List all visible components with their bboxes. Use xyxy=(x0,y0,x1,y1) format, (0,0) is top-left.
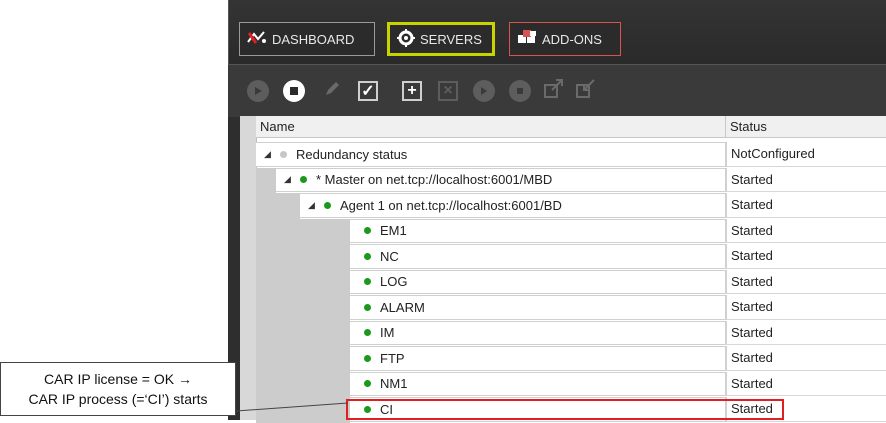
callout-pointer-line xyxy=(235,402,349,412)
callout-line-2: CAR IP process (=‘CI’) starts xyxy=(28,391,208,407)
callout-line-1: CAR IP license = OK → xyxy=(44,371,192,387)
annotation-callout: CAR IP license = OK → CAR IP process (=‘… xyxy=(0,362,236,416)
